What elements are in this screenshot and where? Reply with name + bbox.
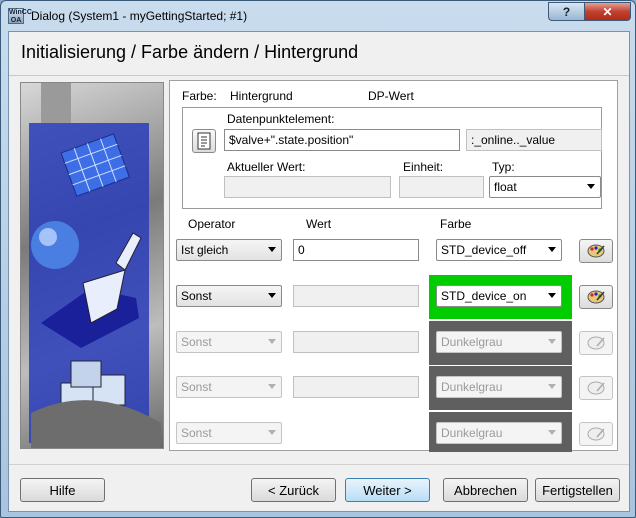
color-value: Dunkelgrau — [441, 335, 503, 349]
chevron-down-icon — [268, 339, 276, 344]
chevron-down-icon — [548, 430, 556, 435]
help-button[interactable]: Hilfe — [20, 478, 105, 502]
wizard-illustration — [20, 82, 164, 449]
operator-select: Sonst — [176, 331, 282, 353]
dialog-client: Initialisierung / Farbe ändern / Hinterg… — [8, 31, 630, 512]
operator-value: Sonst — [181, 289, 212, 303]
window-title: Dialog (System1 - myGettingStarted; #1) — [31, 9, 248, 23]
app-logo-icon: WinCC OA — [8, 8, 32, 24]
chevron-down-icon — [548, 293, 556, 298]
color-value: STD_device_on — [441, 289, 527, 303]
palette-icon — [587, 336, 605, 350]
color-select: Dunkelgrau — [436, 331, 562, 353]
value-input — [293, 331, 419, 353]
operator-select[interactable]: Sonst — [176, 285, 282, 307]
unit-field — [399, 176, 484, 198]
operator-column-header: Operator — [188, 217, 236, 231]
datapoint-element-input[interactable]: $valve+".state.position" — [224, 129, 460, 151]
dialog-window: WinCC OA Dialog (System1 - myGettingStar… — [0, 0, 636, 518]
operator-select: Sonst — [176, 376, 282, 398]
datapoint-group: Datenpunktelement: $valve+".state.positi… — [182, 107, 602, 209]
value-input — [293, 376, 419, 398]
finish-button[interactable]: Fertigstellen — [535, 478, 620, 502]
chevron-down-icon — [548, 339, 556, 344]
color-swatch-cell: Dunkelgrau — [429, 412, 572, 452]
chevron-down-icon — [268, 247, 276, 252]
close-icon: ✕ — [602, 4, 613, 19]
wizard-header: Initialisierung / Farbe ändern / Hinterg… — [9, 32, 629, 76]
chevron-down-icon — [548, 247, 556, 252]
wert-column-header: Wert — [306, 217, 332, 231]
palette-icon — [587, 381, 605, 395]
color-value: Dunkelgrau — [441, 380, 503, 394]
color-select: Dunkelgrau — [436, 422, 562, 444]
dp-wert-label: DP-Wert — [368, 89, 414, 103]
operator-value: Ist gleich — [181, 243, 229, 257]
close-window-button[interactable]: ✕ — [584, 2, 631, 21]
datenpunkt-label: Datenpunktelement: — [227, 112, 335, 126]
color-select[interactable]: STD_device_on — [436, 285, 562, 307]
operator-value: Sonst — [181, 335, 212, 349]
type-select[interactable]: float — [489, 176, 601, 198]
palette-icon — [587, 244, 605, 258]
current-value-field — [224, 176, 391, 198]
operator-select[interactable]: Ist gleich — [176, 239, 282, 261]
question-mark-icon: ? — [562, 4, 571, 19]
chevron-down-icon — [268, 384, 276, 389]
color-select[interactable]: STD_device_off — [436, 239, 562, 261]
back-button[interactable]: < Zurück — [251, 478, 336, 502]
color-swatch-cell: Dunkelgrau — [429, 321, 572, 365]
chevron-down-icon — [548, 384, 556, 389]
color-swatch-cell: Dunkelgrau — [429, 366, 572, 410]
operator-select: Sonst — [176, 422, 282, 444]
color-picker-button — [579, 331, 613, 355]
title-bar[interactable]: WinCC OA Dialog (System1 - myGettingStar… — [1, 1, 635, 31]
einheit-label: Einheit: — [403, 160, 444, 174]
color-picker-button[interactable] — [579, 239, 613, 263]
form-panel: Farbe: Hintergrund DP-Wert Datenpunktele… — [169, 80, 618, 452]
help-window-button[interactable]: ? — [548, 2, 585, 21]
aktueller-wert-label: Aktueller Wert: — [227, 160, 306, 174]
footer-divider — [9, 464, 629, 465]
color-swatch-cell: STD_device_on — [429, 275, 572, 319]
chevron-down-icon — [587, 184, 595, 189]
chevron-down-icon — [268, 293, 276, 298]
operator-value: Sonst — [181, 380, 212, 394]
value-input[interactable]: 0 — [293, 239, 419, 261]
next-button[interactable]: Weiter > — [345, 478, 430, 502]
color-picker-button — [579, 422, 613, 446]
page-title: Initialisierung / Farbe ändern / Hinterg… — [21, 42, 359, 62]
chevron-down-icon — [268, 430, 276, 435]
color-wizard-illustration-icon — [29, 83, 161, 448]
dp-selector-button[interactable] — [192, 129, 216, 153]
type-select-value: float — [494, 180, 517, 194]
color-swatch-cell: STD_device_off — [429, 229, 572, 273]
color-value: STD_device_off — [441, 243, 527, 257]
config-input: :_online.._value — [466, 129, 602, 151]
datapoint-tree-icon — [197, 132, 211, 150]
cancel-button[interactable]: Abbrechen — [443, 478, 528, 502]
color-picker-button[interactable] — [579, 285, 613, 309]
farbe-label: Farbe: — [182, 89, 217, 103]
typ-label: Typ: — [492, 160, 515, 174]
color-value: Dunkelgrau — [441, 426, 503, 440]
color-picker-button — [579, 376, 613, 400]
operator-value: Sonst — [181, 426, 212, 440]
value-input — [293, 285, 419, 307]
palette-icon — [587, 427, 605, 441]
palette-icon — [587, 290, 605, 304]
farbe-target-value: Hintergrund — [230, 89, 293, 103]
color-select: Dunkelgrau — [436, 376, 562, 398]
